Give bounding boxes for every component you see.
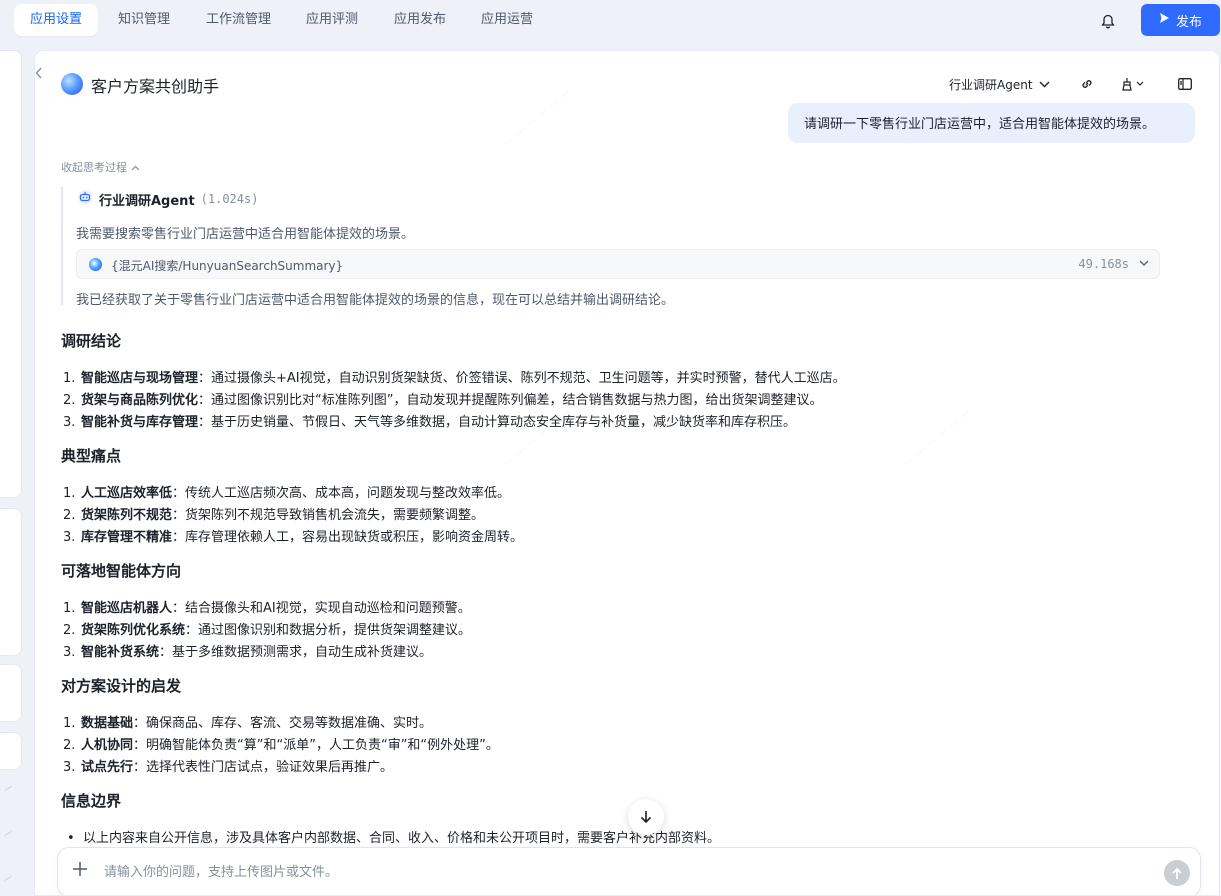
left-panel-card <box>0 664 22 722</box>
left-mark <box>4 876 12 881</box>
publish-button[interactable]: 发布 <box>1141 4 1220 36</box>
left-panel-card <box>0 50 22 498</box>
arrow-up-icon <box>1172 867 1182 879</box>
list-item: 2. 货架陈列不规范：货架陈列不规范导致销售机会流失，需要频繁调整。 <box>63 508 485 523</box>
tab-workflow[interactable]: 工作流管理 <box>190 4 287 36</box>
agent-selector-label: 行业调研Agent <box>949 77 1033 92</box>
agent-selector[interactable]: 行业调研Agent <box>949 73 1050 95</box>
left-mark <box>4 831 12 836</box>
agent-duration: (1.024s) <box>200 192 259 206</box>
broom-icon[interactable] <box>1119 74 1149 94</box>
send-button[interactable] <box>1164 860 1190 886</box>
thinking-text: 我已经获取了关于零售行业门店运营中适合用智能体提效的场景的信息，现在可以总结并输… <box>76 293 675 308</box>
scroll-to-bottom-button[interactable] <box>628 799 664 835</box>
thinking-toggle-label: 收起思考过程 <box>61 161 127 174</box>
list-item: 1. 数据基础：确保商品、库存、客流、交易等数据准确、实时。 <box>63 716 433 731</box>
tool-name: {混元AI搜索/HunyuanSearchSummary} <box>111 259 344 273</box>
tab-knowledge[interactable]: 知识管理 <box>102 4 186 36</box>
left-sidebar-collapsed <box>0 50 24 896</box>
section-heading: 可落地智能体方向 <box>61 562 182 580</box>
list-item: 1. 智能巡店机器人：结合摄像头和AI视觉，实现自动巡检和问题预警。 <box>63 601 471 616</box>
chevron-up-icon <box>131 161 140 174</box>
list-item: 1. 人工巡店效率低：传统人工巡店频次高、成本高，问题发现与整改效率低。 <box>63 486 511 501</box>
list-item: 2. 人机协同：明确智能体负责“算”和“派单”，人工负责“审”和“例外处理”。 <box>63 738 499 753</box>
list-item: • 以上内容来自公开信息，涉及具体客户内部数据、合同、收入、价格和未公开项目时，需… <box>67 831 721 846</box>
app-title: 客户方案共创助手 <box>91 77 220 96</box>
list-item: 3. 智能补货系统：基于多维数据预测需求，自动生成补货建议。 <box>63 645 433 660</box>
tab-release[interactable]: 应用发布 <box>378 4 462 36</box>
user-message-bubble: 请调研一下零售行业门店运营中，适合用智能体提效的场景。 <box>788 103 1195 143</box>
left-mark <box>4 786 12 791</box>
left-panel-card <box>0 508 22 656</box>
tool-duration: 49.168s <box>1078 257 1129 271</box>
list-item: 3. 智能补货与库存管理：基于历史销量、节假日、天气等多维数据，自动计算动态安全库… <box>63 415 797 430</box>
section-heading: 对方案设计的启发 <box>61 677 182 695</box>
bell-icon[interactable] <box>1097 10 1119 32</box>
send-icon <box>1159 12 1170 28</box>
hunyuan-logo-icon <box>89 258 102 271</box>
chevron-down-icon <box>1039 77 1050 91</box>
link-icon[interactable] <box>1077 74 1097 94</box>
tool-call-item[interactable]: {混元AI搜索/HunyuanSearchSummary} 49.168s <box>76 249 1160 279</box>
sidebar-toggle-icon[interactable] <box>1175 74 1195 94</box>
left-panel-card <box>0 732 22 770</box>
plus-icon[interactable] <box>70 860 90 880</box>
thinking-process: 行业调研Agent (1.024s) 我需要搜索零售行业门店运营中适合用智能体提… <box>61 187 1161 308</box>
list-item: 3. 库存管理不精准：库存管理依赖人工，容易出现缺货或积压，影响资金周转。 <box>63 530 524 545</box>
publish-label: 发布 <box>1175 14 1202 30</box>
list-item: 2. 货架陈列优化系统：通过图像识别和数据分析，提供货架调整建议。 <box>63 623 472 638</box>
list-item: 3. 试点先行：选择代表性门店试点，验证效果后再推广。 <box>63 760 394 775</box>
section-heading: 调研结论 <box>61 332 122 350</box>
tab-operations[interactable]: 应用运营 <box>465 4 549 36</box>
tab-app-settings[interactable]: 应用设置 <box>14 4 99 36</box>
tab-evaluation[interactable]: 应用评测 <box>290 4 374 36</box>
section-heading: 典型痛点 <box>61 447 122 465</box>
thinking-text: 我需要搜索零售行业门店运营中适合用智能体提效的场景。 <box>76 227 415 242</box>
list-item: 1. 智能巡店与现场管理：通过摄像头+AI视觉，自动识别货架缺货、价签错误、陈列不… <box>63 371 846 386</box>
chevron-down-icon <box>1139 256 1149 270</box>
chat-input[interactable] <box>104 860 1104 884</box>
app-logo-icon <box>61 73 83 95</box>
section-heading: 信息边界 <box>61 792 122 810</box>
thinking-toggle[interactable]: 收起思考过程 <box>61 159 140 175</box>
chat-input-box <box>57 847 1201 895</box>
arrow-down-icon <box>640 811 652 824</box>
agent-name: 行业调研Agent <box>99 193 195 209</box>
chat-panel: — — — — — — — — — — — — — — — — — — — — … <box>34 50 1220 896</box>
robot-icon <box>77 189 93 209</box>
top-nav: 应用设置 知识管理 工作流管理 应用评测 应用发布 应用运营 发布 <box>0 0 1221 42</box>
list-item: 2. 货架与商品陈列优化：通过图像识别比对“标准陈列图”，自动发现并提醒陈列偏差，… <box>63 393 823 408</box>
agent-step-header: 行业调研Agent (1.024s) <box>77 189 258 209</box>
